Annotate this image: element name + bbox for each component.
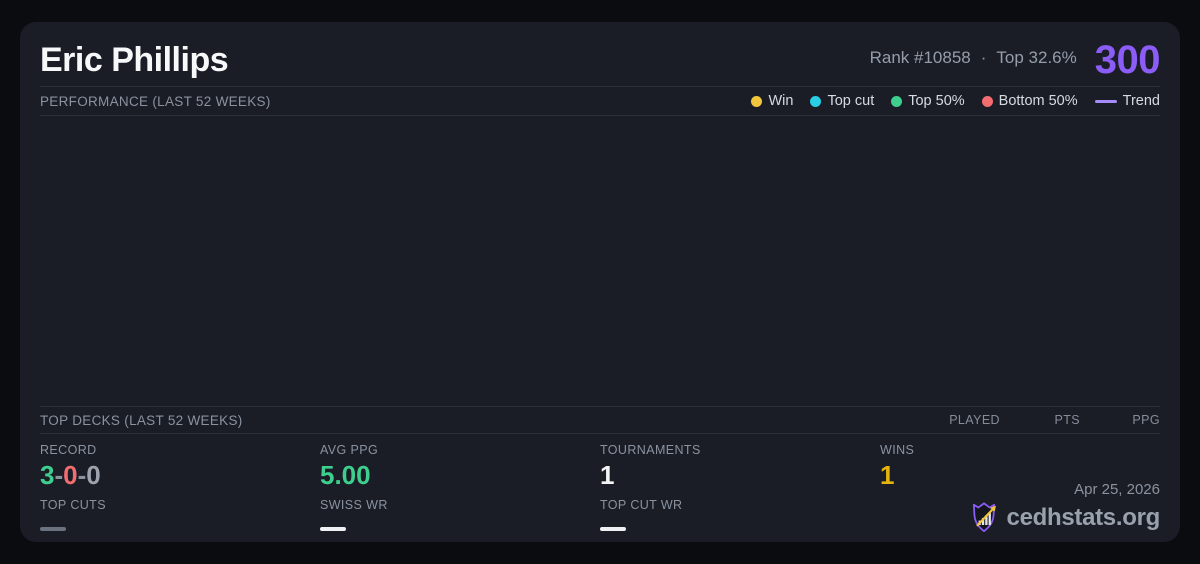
legend-label: Bottom 50% [998,93,1078,109]
card-header: Eric Phillips Rank #10858 · Top 32.6% 30… [20,22,1180,86]
card-footer: Apr 25, 2026 cedhstats.org [969,481,1160,534]
record-losses: 0 [63,460,78,490]
avg-ppg-value: 5.00 [320,460,371,490]
trend-line-icon [1094,99,1117,103]
points-value: 300 [1094,38,1161,82]
legend-item-trend: Trend [1094,93,1160,109]
legend-label: Top cut [827,93,875,109]
column-header-played: PLAYED [949,413,1000,427]
player-stats-card: Eric Phillips Rank #10858 · Top 32.6% 30… [20,22,1180,542]
top-cut-wr-label: TOP CUT WR [600,498,683,512]
legend-item-win: Win [751,93,793,109]
player-name: Eric Phillips [40,41,229,79]
rank-line: Rank #10858 · Top 32.6% [870,48,1077,68]
swiss-wr-empty-value [320,527,346,531]
performance-title: PERFORMANCE (LAST 52 WEEKS) [40,93,271,109]
top-decks-title: TOP DECKS (LAST 52 WEEKS) [40,412,243,428]
tournaments-value: 1 [600,460,615,490]
top-cuts-label: TOP CUTS [40,498,106,512]
cedhstats-shield-logo-icon [972,502,996,533]
record-wins: 3 [40,460,55,490]
top-decks-column-headers: PLAYED PTS PPG [920,413,1160,427]
performance-section-header: PERFORMANCE (LAST 52 WEEKS) Win Top cut … [20,87,1180,115]
legend-label: Win [768,93,794,109]
record-label: RECORD [40,443,97,457]
record-draws: 0 [86,460,101,490]
legend-label: Trend [1122,93,1160,109]
column-header-pts: PTS [1054,413,1080,427]
top-cuts-empty-value [40,527,66,531]
rank-label: Rank #10858 [869,48,971,67]
stat-column-tournaments: TOURNAMENTS 1 TOP CUT WR [600,443,880,531]
top-decks-section-header: TOP DECKS (LAST 52 WEEKS) PLAYED PTS PPG [20,407,1180,433]
avg-ppg-label: AVG PPG [320,443,379,457]
brand-name: cedhstats.org [1006,503,1161,531]
report-date: Apr 25, 2026 [1074,481,1160,498]
brand-row: cedhstats.org [969,501,1160,534]
tournaments-label: TOURNAMENTS [600,443,701,457]
column-header-ppg: PPG [1132,413,1160,427]
top-cut-wr-empty-value [600,527,626,531]
stat-column-avg-ppg: AVG PPG 5.00 SWISS WR [320,443,600,531]
header-right: Rank #10858 · Top 32.6% 300 [870,38,1161,82]
chart-legend: Win Top cut Top 50% Bottom 50% Trend [751,93,1160,109]
legend-label: Top 50% [908,93,965,109]
performance-chart-plot-area [20,116,1180,406]
stat-column-record: RECORD 3-0-0 TOP CUTS [40,443,320,531]
legend-item-top-50: Top 50% [891,93,965,109]
bottom-50-dot-icon [981,95,993,107]
swiss-wr-label: SWISS WR [320,498,388,512]
record-dash: - [54,460,64,490]
legend-item-top-cut: Top cut [810,93,874,109]
record-dash: - [77,460,87,490]
percentile-label: Top 32.6% [996,48,1077,67]
record-value: 3-0-0 [40,461,320,489]
legend-item-bottom-50: Bottom 50% [981,93,1078,109]
win-dot-icon [751,95,763,107]
separator-dot: · [980,48,987,67]
top-50-dot-icon [891,95,903,107]
wins-label: WINS [880,443,915,457]
top-cut-dot-icon [810,95,822,107]
